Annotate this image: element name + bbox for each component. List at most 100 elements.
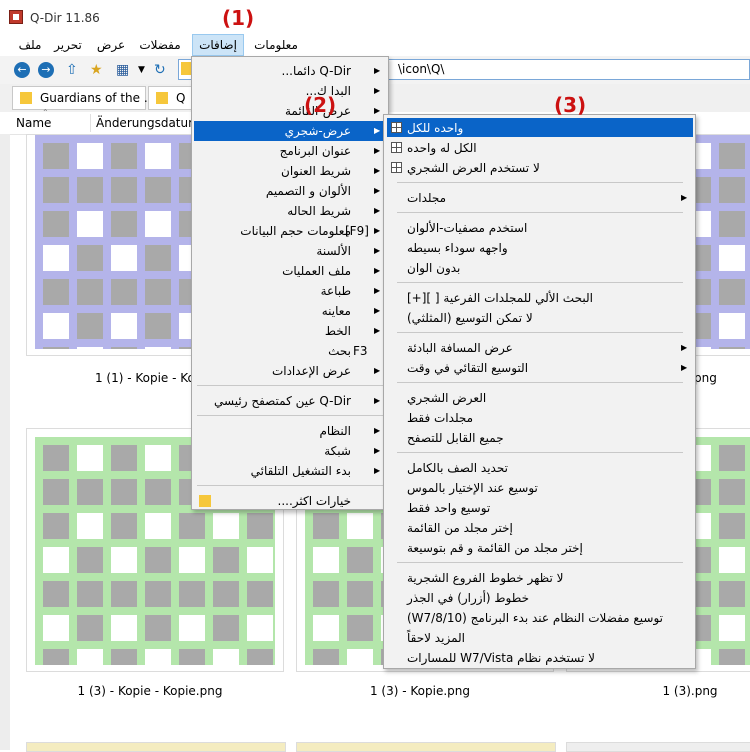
tree-menu-item[interactable]: توسيع عند الإختيار بالموس <box>407 478 538 498</box>
thumbnail-cell <box>179 513 205 539</box>
addons-menu-item[interactable]: خيارات اكثر.... <box>213 491 351 511</box>
submenu-arrow-icon: ▶ <box>374 446 381 455</box>
app-icon <box>9 10 23 24</box>
menu-file[interactable]: ملف <box>14 34 46 56</box>
menu-edit[interactable]: تحرير <box>52 34 84 56</box>
tree-menu-item[interactable]: البحث الألي للمجلدات الفرعية [ ][+] <box>407 288 593 308</box>
menu-addons[interactable]: إضافات <box>192 34 244 56</box>
sort-arrow-icon: ⌃ <box>42 108 49 117</box>
addons-menu: Q-Dir دائما... ▶ البدا ك... ▶ عرض-القائمة ▶ عر… <box>191 56 389 510</box>
tree-menu-item[interactable]: لا تستخدم العرض الشجري <box>407 158 540 178</box>
addons-menu-item[interactable]: Q-Dir عين كمتصفح رئيسي <box>213 391 351 411</box>
menu-view[interactable]: عرض <box>94 34 128 56</box>
forward-icon[interactable]: → <box>38 62 54 78</box>
thumbnail-cell <box>111 649 137 665</box>
annotation-1: (1) <box>222 6 255 30</box>
thumbnail-cell <box>247 615 273 641</box>
submenu-arrow-icon: ▶ <box>374 106 381 115</box>
addons-menu-item[interactable]: ملف العمليات <box>213 261 351 281</box>
submenu-arrow-icon: ▶ <box>374 426 381 435</box>
grid-icon <box>391 142 402 153</box>
addons-menu-item[interactable]: الألوان و التصميم <box>213 181 351 201</box>
tree-menu-item[interactable]: عرض المسافة البادئة <box>407 338 513 358</box>
tree-menu-item[interactable]: التوسيع التقائي في وقت <box>407 358 528 378</box>
title-bar <box>0 0 750 34</box>
tree-menu-item[interactable]: واجهه سوداء بسيطه <box>407 238 508 258</box>
new-folder-icon[interactable]: ★ <box>90 60 103 80</box>
view-mode-icon[interactable]: ▦ <box>116 60 129 80</box>
addons-menu-item[interactable]: معلومات حجم البيانات <box>213 221 351 241</box>
thumbnail-cell <box>179 615 205 641</box>
thumbnail-cell <box>145 143 171 169</box>
thumbnail-cell <box>247 547 273 573</box>
addons-menu-item[interactable]: معاينه <box>213 301 351 321</box>
menu-info[interactable]: معلومات <box>250 34 302 56</box>
tree-menu-item[interactable]: توسيع واحد فقط <box>407 498 490 518</box>
thumbnail-cell <box>347 547 373 573</box>
tree-menu-item[interactable]: تحديد الصف بالكامل <box>407 458 508 478</box>
thumbnail-partial[interactable] <box>26 742 286 752</box>
addons-menu-item[interactable]: شبكة <box>213 441 351 461</box>
addons-menu-item[interactable]: النظام <box>213 421 351 441</box>
tree-menu-item[interactable]: لا تظهر خطوط الفروع الشجرية <box>407 568 563 588</box>
view-dropdown-icon[interactable]: ▼ <box>138 60 145 80</box>
tree-menu-item[interactable]: الكل له واحده <box>407 138 477 158</box>
addons-menu-item[interactable]: عرض-شجري <box>213 121 351 141</box>
tree-menu-item[interactable]: مجلدات <box>407 188 446 208</box>
up-folder-icon[interactable]: ⇧ <box>66 60 78 80</box>
tree-menu-item[interactable]: جميع القابل للتصفح <box>407 428 504 448</box>
tree-menu-item[interactable]: المزيد لاحقاً <box>407 628 465 648</box>
tree-menu-item[interactable]: مجلدات فقط <box>407 408 473 428</box>
thumbnail-cell <box>43 313 69 339</box>
submenu-arrow-icon: ▶ <box>374 66 381 75</box>
thumbnail-cell <box>111 313 137 339</box>
menu-separator <box>397 452 683 453</box>
refresh-icon[interactable]: ↻ <box>154 60 166 80</box>
tree-menu-item[interactable]: واحده للكل <box>407 118 463 138</box>
back-icon[interactable]: ← <box>14 62 30 78</box>
submenu-arrow-icon: ▶ <box>374 226 381 235</box>
thumbnail-cell <box>111 279 137 305</box>
thumbnail-cell <box>145 649 171 665</box>
thumbnail-cell <box>43 347 69 349</box>
tree-menu-item[interactable]: خطوط (أزرار) في الجذر <box>407 588 529 608</box>
thumbnail-cell <box>111 513 137 539</box>
thumbnail-partial[interactable] <box>566 742 750 752</box>
menu-separator <box>397 332 683 333</box>
column-name[interactable]: Name <box>16 116 51 130</box>
menu-separator <box>397 382 683 383</box>
tree-menu-item[interactable]: بدون الوان <box>407 258 460 278</box>
thumbnail-cell <box>111 245 137 271</box>
tree-menu-item[interactable]: (W7/8/10) توسيع مفضلات النظام عند بدء ال… <box>407 608 663 628</box>
addons-menu-item[interactable]: شريط العنوان <box>213 161 351 181</box>
tree-menu-item[interactable]: إختر مجلد من القائمة و قم بتوسيعة <box>407 538 583 558</box>
menu-separator <box>397 212 683 213</box>
thumbnail-cell <box>213 513 239 539</box>
thumbnail-cell <box>179 581 205 607</box>
thumbnail-cell <box>719 479 745 505</box>
thumbnail-cell <box>77 649 103 665</box>
tree-menu-item[interactable]: إختر مجلد من القائمة <box>407 518 513 538</box>
tree-menu-item[interactable]: لا تمكن التوسيع (المثلثي) <box>407 308 533 328</box>
addons-menu-item[interactable]: طباعة <box>213 281 351 301</box>
column-divider[interactable] <box>90 114 91 132</box>
column-date[interactable]: Änderungsdatum <box>96 116 200 130</box>
thumbnail-cell <box>145 279 171 305</box>
tree-menu-item[interactable]: العرض الشجري <box>407 388 486 408</box>
thumbnail-partial[interactable] <box>296 742 556 752</box>
addons-menu-item[interactable]: Q-Dir دائما... <box>213 61 352 81</box>
submenu-arrow-icon: ▶ <box>374 146 381 155</box>
addons-menu-item[interactable]: الألسنة <box>213 241 351 261</box>
tree-menu-item[interactable]: استخدم مصفيات-الألوان <box>407 218 527 238</box>
addons-menu-item[interactable]: بحث <box>213 341 351 361</box>
thumbnail-cell <box>145 313 171 339</box>
thumbnail-cell <box>77 313 103 339</box>
tree-menu-item[interactable]: لا تستخدم نظام W7/Vista للمسارات <box>407 648 595 668</box>
menu-favorites[interactable]: مفضلات <box>136 34 184 56</box>
addons-menu-item[interactable]: عنوان البرنامج <box>213 141 351 161</box>
addons-menu-item[interactable]: الخط <box>213 321 351 341</box>
submenu-arrow-icon: ▶ <box>681 193 688 202</box>
addons-menu-item[interactable]: بدء التشغيل التلقائي <box>213 461 351 481</box>
addons-menu-item[interactable]: شريط الحاله <box>213 201 351 221</box>
addons-menu-item[interactable]: عرض الإعدادات <box>213 361 351 381</box>
